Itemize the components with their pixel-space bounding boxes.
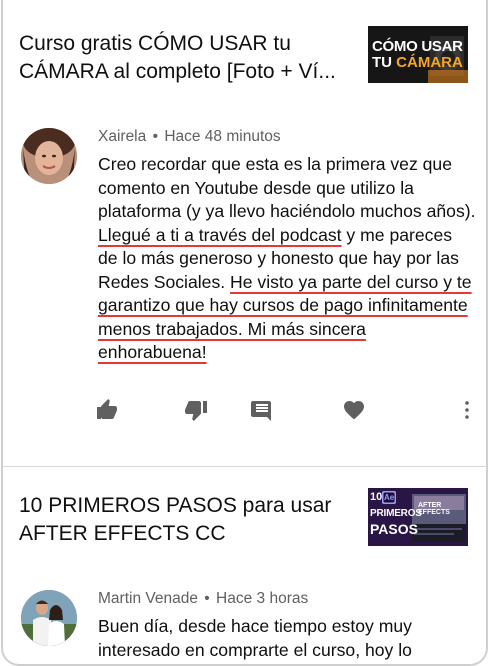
author-name[interactable]: Martin Venade	[98, 590, 198, 607]
heart-icon	[344, 401, 364, 420]
reply-button[interactable]	[249, 396, 275, 424]
thumb-text-line2: TU CÁMARA	[372, 54, 463, 71]
after-effects-logo: Ae	[384, 493, 395, 502]
avatar-photo	[21, 128, 77, 184]
meta-separator: •	[152, 128, 158, 145]
video-title[interactable]: Curso gratis CÓMO USAR tu CÁMARA al comp…	[19, 30, 349, 86]
meta-separator: •	[204, 590, 210, 607]
divider	[3, 466, 486, 467]
highlighted-text: Llegué a ti a través del podcast	[98, 224, 342, 245]
avatar[interactable]	[21, 590, 77, 646]
thumb-text-line2: PASOS	[370, 521, 418, 537]
comment-actions	[3, 396, 486, 426]
thumb-down-icon	[185, 401, 207, 421]
thumb-banner: AFTER EFFECTS	[418, 502, 450, 516]
comment-text: Buen día, desde hace tiempo estoy muy in…	[98, 616, 412, 660]
video-header[interactable]: 10 PRIMEROS PASOS para usar AFTER EFFECT…	[3, 484, 486, 584]
avatar[interactable]	[21, 128, 77, 184]
video-thumbnail[interactable]: CÓMO USAR TU CÁMARA	[368, 26, 468, 83]
thumb-text-line1: PRIMEROS	[370, 508, 422, 519]
thumb-text-line1: CÓMO USAR	[372, 38, 463, 55]
thumb-up-icon	[97, 399, 117, 419]
comment-meta: Xairela • Hace 48 minutos	[98, 128, 281, 146]
heart-button[interactable]	[341, 396, 367, 424]
like-button[interactable]	[94, 396, 120, 424]
video-title[interactable]: 10 PRIMEROS PASOS para usar AFTER EFFECT…	[19, 492, 349, 548]
video-header[interactable]: Curso gratis CÓMO USAR tu CÁMARA al comp…	[3, 18, 486, 118]
video-thumbnail[interactable]: 10 Ae PRIMEROS PASOS AFTER EFFECTS	[368, 488, 468, 546]
reply-icon	[251, 401, 271, 421]
avatar-photo	[21, 590, 77, 646]
more-options-button[interactable]	[454, 396, 480, 424]
dislike-button[interactable]	[183, 396, 209, 424]
author-name[interactable]: Xairela	[98, 128, 146, 145]
comments-panel: Curso gratis CÓMO USAR tu CÁMARA al comp…	[1, 0, 488, 666]
thumb-number: 10	[370, 491, 383, 503]
more-vert-icon	[465, 401, 469, 419]
timestamp[interactable]: Hace 48 minutos	[164, 128, 280, 145]
comment-meta: Martin Venade • Hace 3 horas	[98, 590, 308, 608]
timestamp[interactable]: Hace 3 horas	[216, 590, 308, 607]
comment-text: Creo recordar que esta es la primera vez…	[98, 154, 476, 362]
